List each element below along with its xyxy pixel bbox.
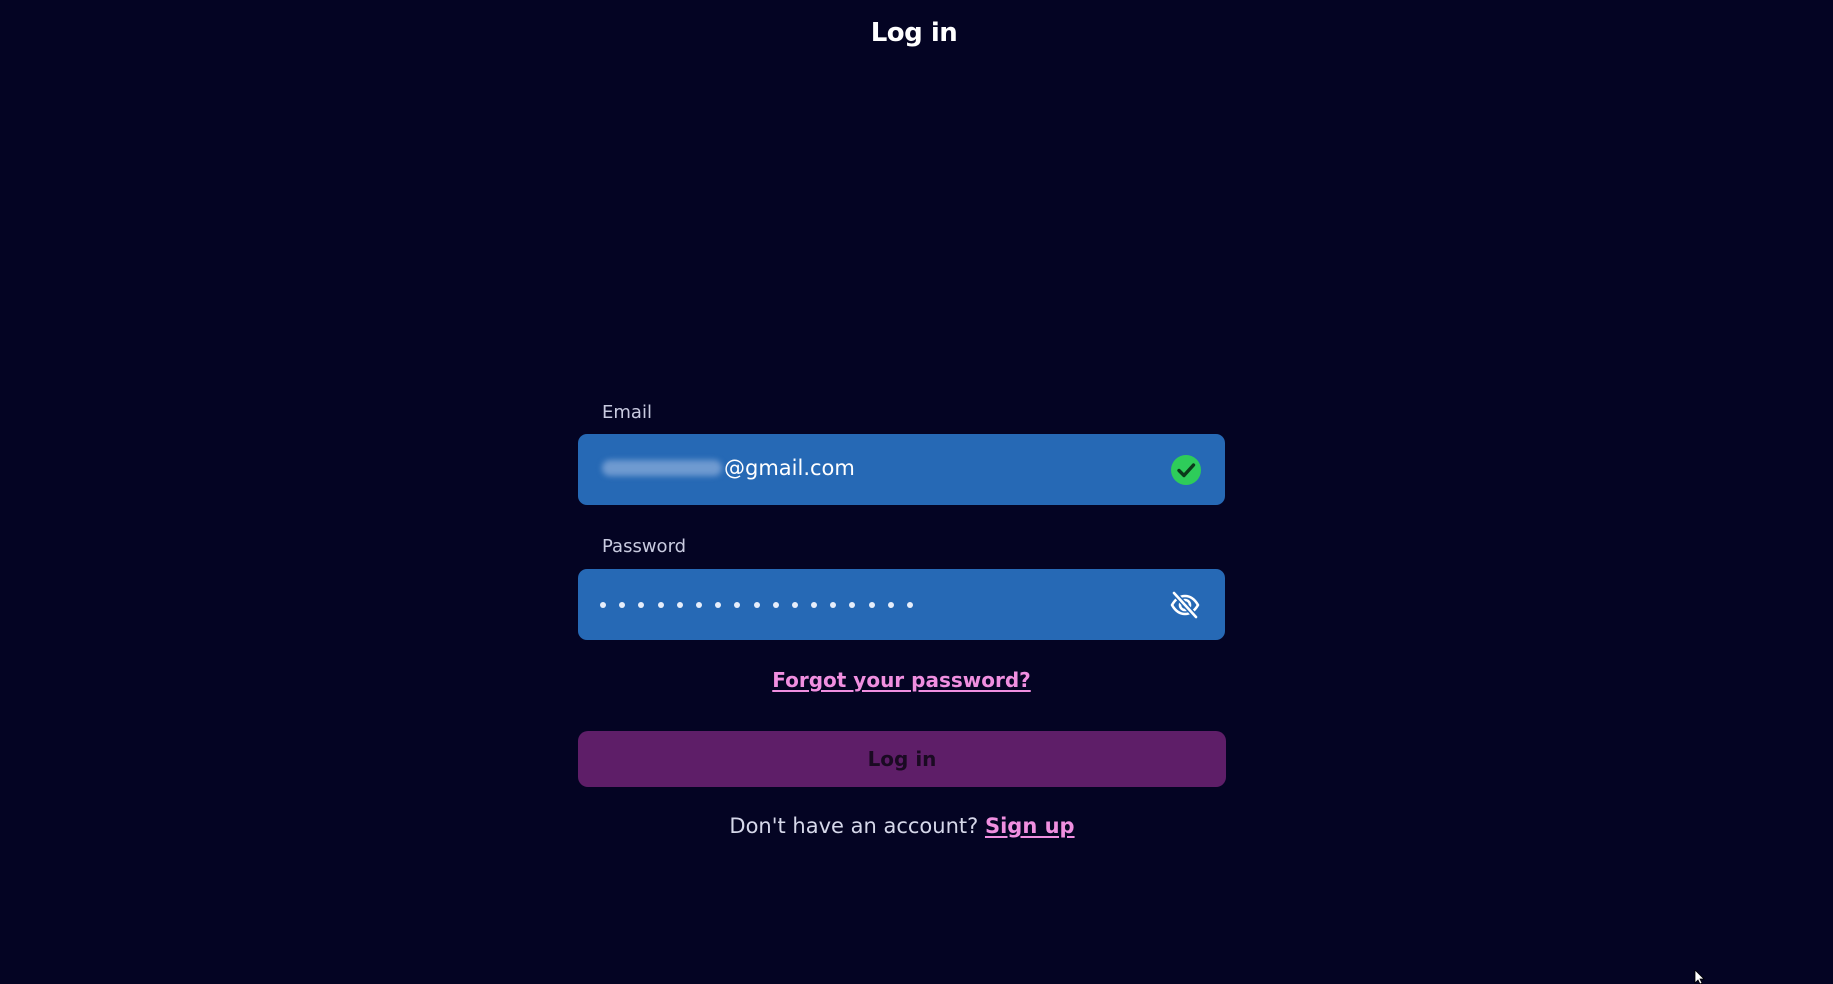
forgot-password-link[interactable]: Forgot your password? (0, 668, 1803, 692)
page-title: Log in (870, 18, 958, 48)
signup-link[interactable]: Sign up (985, 814, 1075, 838)
password-label: Password (602, 536, 687, 557)
password-dot (811, 602, 818, 608)
password-dot (676, 602, 683, 608)
email-field[interactable]: @gmail.com (578, 434, 1225, 505)
signup-prompt: Don't have an account? (729, 814, 979, 838)
password-dot (657, 602, 664, 608)
password-masked-value (600, 590, 913, 620)
signup-prompt-line: Don't have an account? Sign up (0, 814, 1804, 838)
password-dot (868, 602, 875, 608)
password-dot (638, 602, 645, 608)
password-field[interactable] (578, 569, 1225, 640)
password-dot (830, 602, 837, 608)
password-dot (791, 602, 798, 608)
password-dot (753, 602, 760, 608)
login-page: Log in Email @gmail.com Password Forgot … (0, 0, 1833, 984)
password-dot (734, 602, 741, 608)
password-dot (907, 602, 913, 608)
password-dot (715, 602, 722, 608)
password-dot (887, 602, 894, 608)
password-dot (619, 602, 626, 608)
eye-off-icon[interactable] (1169, 589, 1201, 621)
email-label: Email (602, 402, 652, 423)
password-dot (849, 602, 856, 608)
password-dot (600, 602, 606, 608)
password-dot (695, 602, 702, 608)
login-button[interactable]: Log in (578, 731, 1226, 787)
email-visible-part: @gmail.com (724, 456, 855, 480)
password-dot (772, 602, 779, 608)
check-circle-icon (1171, 455, 1201, 485)
mouse-cursor-icon (1694, 970, 1705, 984)
email-redacted-part (602, 460, 722, 476)
email-value: @gmail.com (602, 456, 855, 480)
